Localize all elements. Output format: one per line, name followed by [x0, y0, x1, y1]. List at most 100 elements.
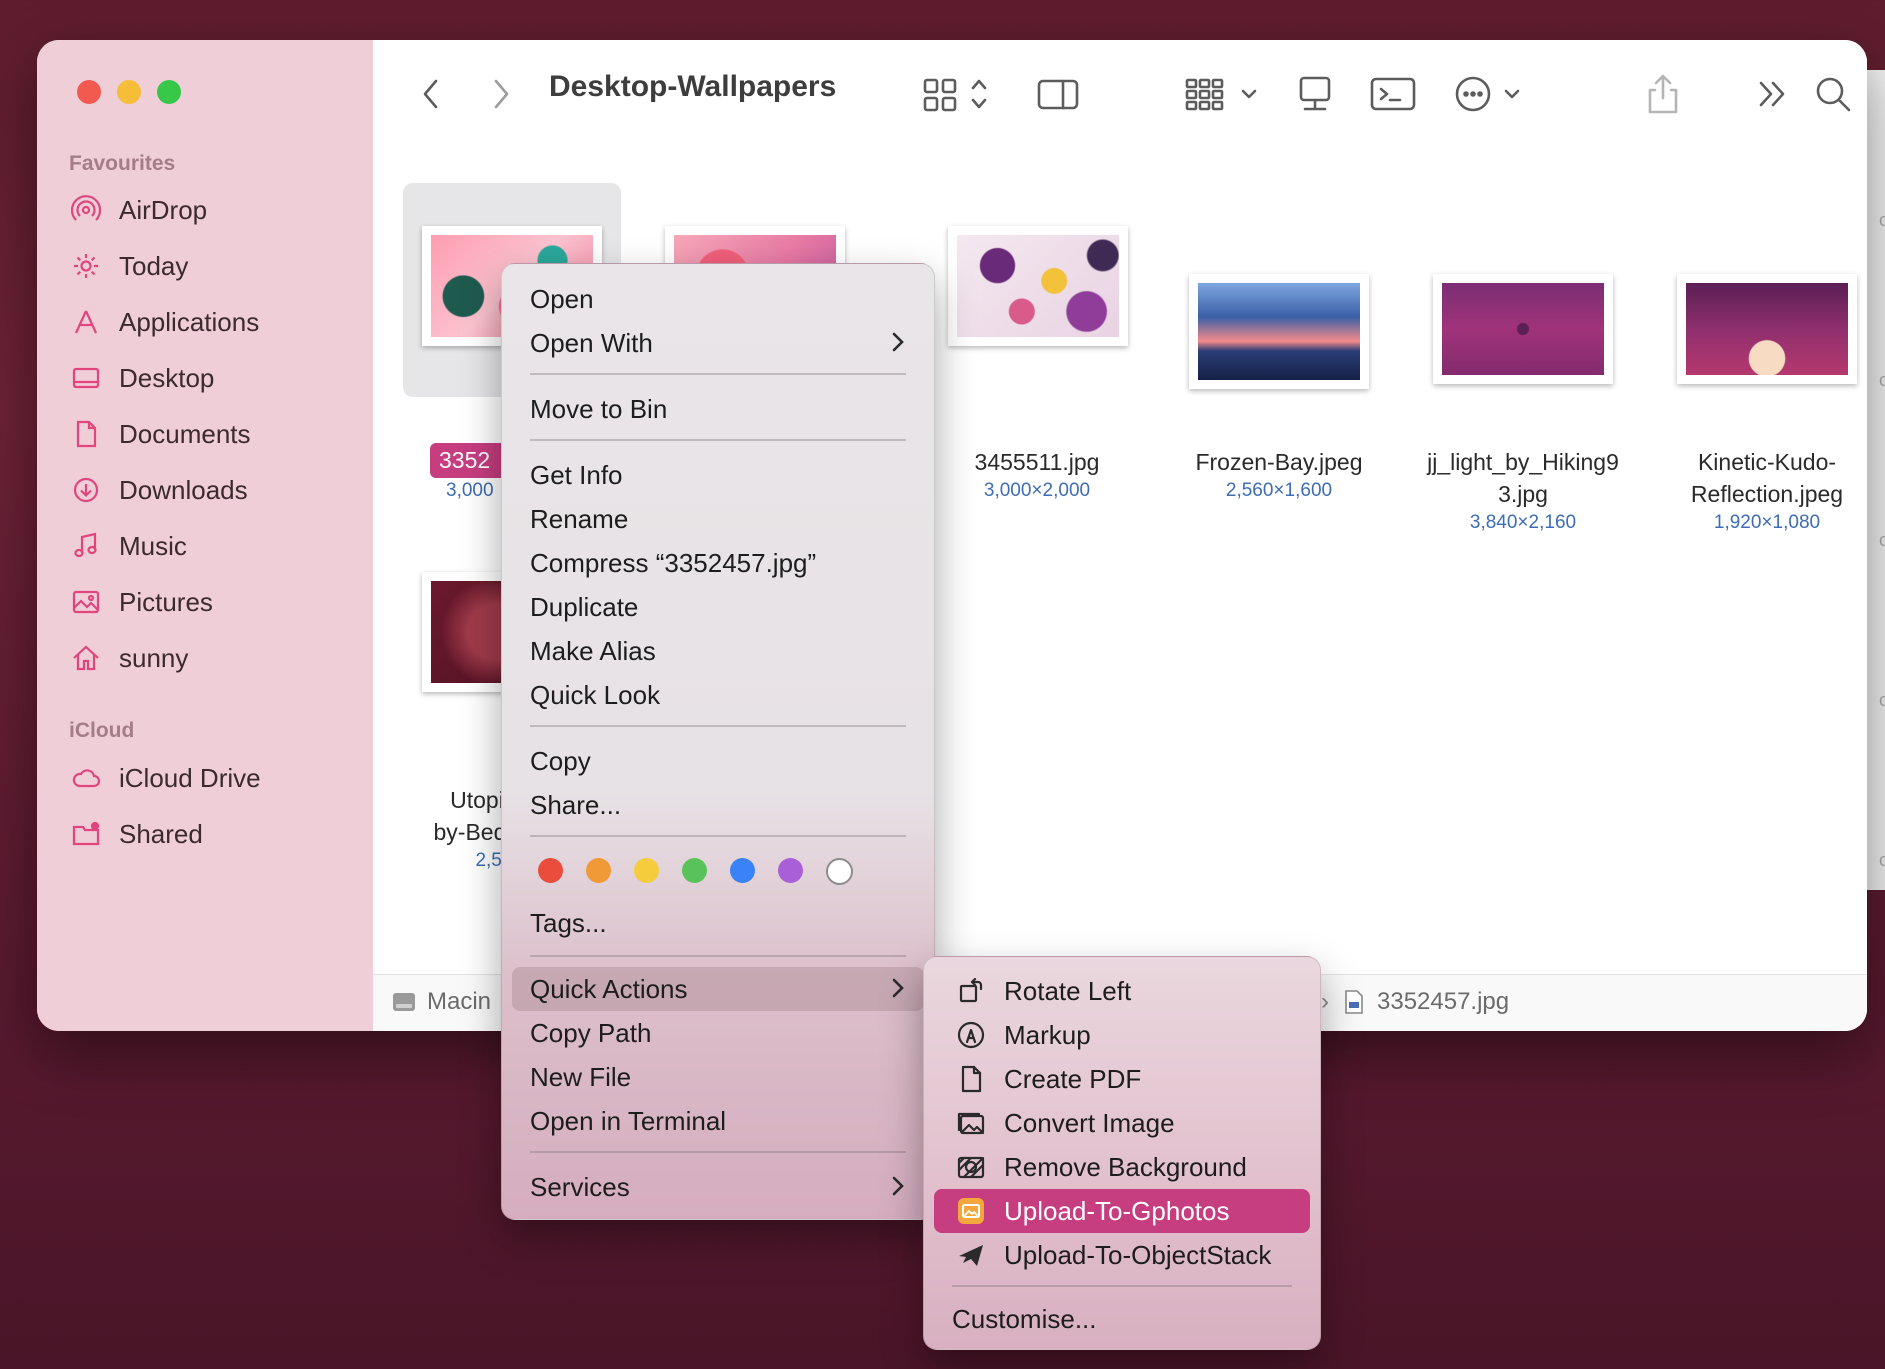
menu-item-copy[interactable]: Copy — [530, 741, 906, 781]
cloud-icon — [69, 761, 103, 795]
context-menu: Open Open With Move to Bin Get Info Rena… — [501, 263, 935, 1220]
sidebar-item-label: Desktop — [119, 362, 215, 393]
path-item-file[interactable]: › 3352457.jpg — [1321, 988, 1509, 1016]
submenu-item-create-pdf[interactable]: Create PDF — [934, 1057, 1310, 1101]
file-thumbnail[interactable] — [1677, 274, 1857, 384]
file-name-line1[interactable]: jj_light_by_Hiking9 — [1393, 446, 1653, 478]
submenu-item-upload-to-gphotos[interactable]: Upload-To-Gphotos — [934, 1189, 1310, 1233]
sidebar-item-documents[interactable]: Documents — [69, 410, 251, 458]
file-name-line1[interactable]: Kinetic-Kudo- — [1637, 446, 1867, 478]
tag-green[interactable] — [682, 858, 707, 883]
menu-item-quick-look[interactable]: Quick Look — [530, 675, 906, 715]
submenu-item-upload-to-objectstack[interactable]: Upload-To-ObjectStack — [934, 1233, 1310, 1277]
toolbar-overflow-button[interactable] — [1753, 72, 1793, 116]
tag-purple[interactable] — [778, 858, 803, 883]
sidebar: Favourites AirDrop Today Applications De… — [37, 40, 373, 1031]
submenu-item-markup[interactable]: Markup — [934, 1013, 1310, 1057]
menu-item-share[interactable]: Share... — [530, 785, 906, 825]
music-icon — [69, 529, 103, 563]
close-window-button[interactable] — [77, 80, 101, 104]
menu-item-open[interactable]: Open — [530, 279, 906, 319]
network-button[interactable] — [1293, 72, 1337, 116]
path-item-disk[interactable]: Macin — [391, 988, 491, 1016]
sidebar-item-shared[interactable]: Shared — [69, 810, 203, 858]
menu-separator — [530, 1151, 906, 1153]
group-grid-icon — [1185, 78, 1257, 111]
chevron-right-icon — [892, 332, 904, 352]
sidebar-item-airdrop[interactable]: AirDrop — [69, 186, 207, 234]
desktop-icon — [69, 361, 103, 395]
chevron-right-icon — [892, 1176, 904, 1196]
sidebar-item-icloud-drive[interactable]: iCloud Drive — [69, 754, 261, 802]
menu-item-move-to-bin[interactable]: Move to Bin — [530, 389, 906, 429]
menu-item-open-in-terminal[interactable]: Open in Terminal — [530, 1101, 906, 1141]
sidebar-item-downloads[interactable]: Downloads — [69, 466, 248, 514]
menu-separator — [530, 373, 906, 375]
search-icon — [1816, 77, 1851, 112]
terminal-button[interactable] — [1368, 72, 1418, 116]
tag-red[interactable] — [538, 858, 563, 883]
share-button[interactable] — [1643, 72, 1683, 116]
path-item-label: Macin — [427, 988, 492, 1015]
sidebar-right-icon — [1037, 79, 1079, 110]
menu-item-copy-path[interactable]: Copy Path — [530, 1013, 906, 1053]
menu-item-get-info[interactable]: Get Info — [530, 455, 906, 495]
menu-item-duplicate[interactable]: Duplicate — [530, 587, 906, 627]
menu-item-label: Copy — [530, 745, 591, 776]
minimize-window-button[interactable] — [117, 80, 141, 104]
tag-gray[interactable] — [826, 858, 853, 885]
file-dimensions: 3,840×2,160 — [1469, 512, 1577, 533]
submenu-item-label: Upload-To-Gphotos — [1004, 1195, 1230, 1226]
sidebar-item-pictures[interactable]: Pictures — [69, 578, 213, 626]
submenu-item-convert-image[interactable]: Convert Image — [934, 1101, 1310, 1145]
tag-blue[interactable] — [730, 858, 755, 883]
sidebar-item-applications[interactable]: Applications — [69, 298, 259, 346]
zoom-window-button[interactable] — [157, 80, 181, 104]
sidebar-item-label: Downloads — [119, 474, 248, 505]
menu-item-rename[interactable]: Rename — [530, 499, 906, 539]
file-name[interactable]: 3455511.jpg — [937, 446, 1137, 478]
search-button[interactable] — [1813, 72, 1853, 116]
view-mode-button[interactable] — [921, 72, 1001, 116]
submenu-item-remove-background[interactable]: Remove Background — [934, 1145, 1310, 1189]
pictures-icon — [69, 585, 103, 619]
menu-item-tags[interactable]: Tags... — [530, 903, 906, 943]
submenu-item-customise[interactable]: Customise... — [934, 1297, 1310, 1341]
back-button[interactable] — [413, 72, 449, 116]
sidebar-item-today[interactable]: Today — [69, 242, 188, 290]
menu-separator — [530, 439, 906, 441]
file-name[interactable]: Frozen-Bay.jpeg — [1159, 446, 1399, 478]
sidebar-item-sunny[interactable]: sunny — [69, 634, 188, 682]
file-name-selected[interactable]: 3352 — [430, 443, 510, 478]
preview-pane-button[interactable] — [1033, 72, 1083, 116]
tag-yellow[interactable] — [634, 858, 659, 883]
file-thumbnail[interactable] — [948, 226, 1128, 346]
forward-button[interactable] — [483, 72, 519, 116]
file-name-line2[interactable]: 3.jpg — [1393, 478, 1653, 510]
sidebar-section-favourites: Favourites — [69, 152, 176, 175]
more-actions-button[interactable] — [1453, 72, 1533, 116]
sidebar-item-label: Applications — [119, 306, 260, 337]
menu-item-label: Get Info — [530, 459, 623, 490]
menu-item-new-file[interactable]: New File — [530, 1057, 906, 1097]
file-name-line2[interactable]: Reflection.jpeg — [1637, 478, 1867, 510]
chevron-right-icon — [494, 79, 509, 109]
sidebar-item-desktop[interactable]: Desktop — [69, 354, 214, 402]
submenu-item-label: Create PDF — [1004, 1063, 1142, 1094]
menu-item-quick-actions[interactable]: Quick Actions — [512, 967, 924, 1011]
sidebar-item-music[interactable]: Music — [69, 522, 187, 570]
group-by-button[interactable] — [1183, 72, 1267, 116]
chevron-right-icon: › — [1321, 988, 1329, 1015]
menu-item-open-with[interactable]: Open With — [530, 323, 906, 363]
desktop-network-icon — [1299, 76, 1331, 111]
menu-item-compress[interactable]: Compress “3352457.jpg” — [530, 543, 906, 583]
gphotos-icon — [954, 1194, 988, 1228]
file-thumbnail[interactable] — [1189, 274, 1369, 389]
tag-orange[interactable] — [586, 858, 611, 883]
file-thumbnail[interactable] — [1433, 274, 1613, 384]
sidebar-item-label: Today — [119, 250, 189, 281]
submenu-item-rotate-left[interactable]: Rotate Left — [934, 969, 1310, 1013]
menu-item-make-alias[interactable]: Make Alias — [530, 631, 906, 671]
remove-background-icon — [954, 1150, 988, 1184]
menu-item-services[interactable]: Services — [530, 1167, 906, 1207]
